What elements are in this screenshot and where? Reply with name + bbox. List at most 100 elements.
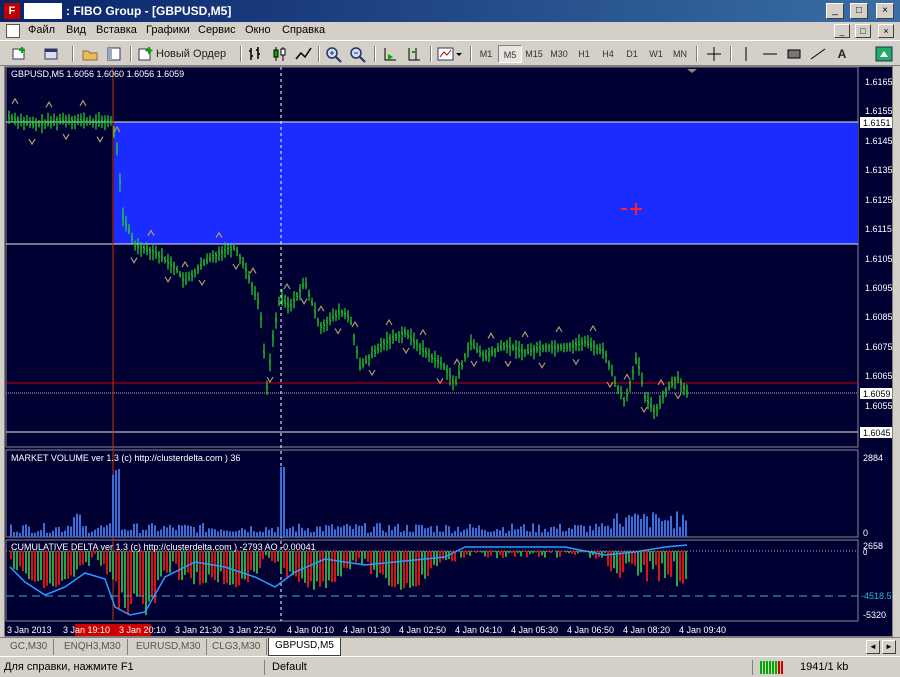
delta-bar: [70, 551, 72, 576]
timeframe-m5[interactable]: M5: [498, 45, 522, 63]
timeframe-h4[interactable]: H4: [596, 45, 620, 63]
timeframe-m30[interactable]: M30: [547, 45, 571, 63]
volume-bar: [598, 526, 600, 537]
favorites-icon[interactable]: [80, 45, 100, 63]
zoom-in-icon[interactable]: [324, 45, 344, 63]
delta-bar: [319, 551, 321, 587]
menu-tools[interactable]: Сервис: [198, 24, 236, 36]
volume-bar: [682, 514, 684, 537]
menu-file[interactable]: Файл: [28, 24, 55, 36]
trendline-icon[interactable]: [808, 45, 828, 63]
chart-window[interactable]: GBPUSD,M5 1.6056 1.6060 1.6056 1.6059 MA…: [4, 66, 893, 637]
timeframe-w1[interactable]: W1: [644, 45, 668, 63]
chart-shift-marker[interactable]: [687, 69, 697, 73]
timeframe-mn[interactable]: MN: [668, 45, 692, 63]
indicators-dropdown[interactable]: [436, 45, 464, 63]
crosshair-icon[interactable]: [704, 45, 724, 63]
app-icon[interactable]: F: [4, 3, 20, 19]
price-tick: 1.6155: [865, 106, 893, 116]
close-button[interactable]: ×: [876, 3, 894, 19]
fractal-arrow: [96, 136, 104, 143]
volume-bar: [487, 531, 489, 537]
delta-bar: [622, 551, 624, 573]
delta-bar: [421, 551, 423, 575]
chart-shift-icon[interactable]: [404, 45, 424, 63]
menu-insert[interactable]: Вставка: [96, 24, 137, 36]
fractal-arrow: [28, 138, 36, 146]
profiles-icon[interactable]: [42, 45, 62, 63]
vertical-line-icon[interactable]: [736, 45, 756, 63]
minimize-button[interactable]: _: [826, 3, 844, 19]
volume-bar: [613, 518, 615, 537]
arrow-tool-icon[interactable]: [874, 45, 894, 63]
maximize-button[interactable]: □: [850, 3, 868, 19]
fractal-arrow: [181, 260, 189, 268]
volume-bar: [115, 470, 117, 537]
connection-status-icon[interactable]: [760, 661, 784, 674]
volume-bar: [13, 532, 15, 537]
status-traffic: 1941/1 kb: [800, 661, 849, 673]
chart-canvas[interactable]: GBPUSD,M5 1.6056 1.6060 1.6056 1.6059 MA…: [5, 67, 893, 637]
autoscroll-icon[interactable]: [380, 45, 400, 63]
delta-bar: [409, 551, 411, 588]
navigator-icon[interactable]: [104, 45, 124, 63]
delta-bar: [514, 551, 516, 557]
timeframe-d1[interactable]: D1: [620, 45, 644, 63]
timeframe-m15[interactable]: M15: [522, 45, 546, 63]
tab-enqh3-m30[interactable]: ENQH3,M30: [58, 639, 128, 655]
menu-charts[interactable]: Графики: [146, 24, 190, 36]
tab-gbpusd-m5[interactable]: GBPUSD,M5: [268, 638, 341, 656]
tab-gc-m30[interactable]: GC,M30: [4, 639, 55, 655]
rectangle-icon[interactable]: [784, 45, 804, 63]
menu-view[interactable]: Вид: [66, 24, 86, 36]
toolbar-separator: [470, 46, 472, 62]
volume-bar: [418, 524, 420, 537]
fractal-arrow: [487, 332, 495, 339]
line-chart-icon[interactable]: [294, 45, 314, 63]
volume-bar: [313, 531, 315, 537]
bar-chart-icon[interactable]: [246, 45, 266, 63]
fractal-arrow: [300, 298, 308, 305]
document-icon[interactable]: [6, 24, 20, 38]
volume-bar: [493, 531, 495, 537]
delta-bar: [115, 551, 117, 582]
volume-bar: [205, 531, 207, 537]
time-tick: 3 Jan 20:10: [119, 625, 166, 635]
volume-bar: [433, 532, 435, 537]
volume-bar: [676, 511, 678, 537]
menu-help[interactable]: Справка: [282, 24, 325, 36]
volume-bar: [496, 529, 498, 537]
delta-bar: [364, 551, 366, 559]
supply-zone-rectangle[interactable]: [114, 122, 858, 244]
zoom-out-icon[interactable]: [348, 45, 368, 63]
timeframe-h1[interactable]: H1: [572, 45, 596, 63]
delta-bar: [520, 551, 522, 557]
fractal-arrow: [368, 369, 376, 377]
mdi-restore-button[interactable]: □: [855, 24, 871, 38]
volume-bar: [82, 526, 84, 537]
tab-eurusd-m30[interactable]: EURUSD,M30: [130, 639, 208, 655]
candle-chart-icon[interactable]: [270, 45, 290, 63]
tab-scroll-left-icon[interactable]: ◄: [866, 640, 880, 654]
volume-bar: [649, 527, 651, 537]
delta-bar: [349, 551, 351, 570]
volume-bar: [601, 523, 603, 537]
delta-bar: [565, 551, 567, 553]
tab-scroll-right-icon[interactable]: ►: [882, 640, 896, 654]
mdi-minimize-button[interactable]: _: [834, 24, 850, 38]
text-tool-button[interactable]: A: [832, 45, 852, 63]
fractal-arrow: [62, 133, 70, 141]
delta-bar: [43, 551, 45, 588]
horizontal-line-icon[interactable]: [760, 45, 780, 63]
menu-window[interactable]: Окно: [245, 24, 271, 36]
new-order-button[interactable]: Новый Ордер: [136, 45, 226, 63]
new-chart-icon[interactable]: [10, 45, 30, 63]
delta-bar: [529, 551, 531, 555]
delta-bar: [166, 551, 168, 573]
volume-bar: [130, 529, 132, 537]
volume-bar: [187, 525, 189, 537]
volume-bar: [460, 531, 462, 537]
tab-clg3-m30[interactable]: CLG3,M30: [206, 639, 268, 655]
mdi-close-button[interactable]: ×: [878, 24, 894, 38]
timeframe-m1[interactable]: M1: [474, 45, 498, 63]
